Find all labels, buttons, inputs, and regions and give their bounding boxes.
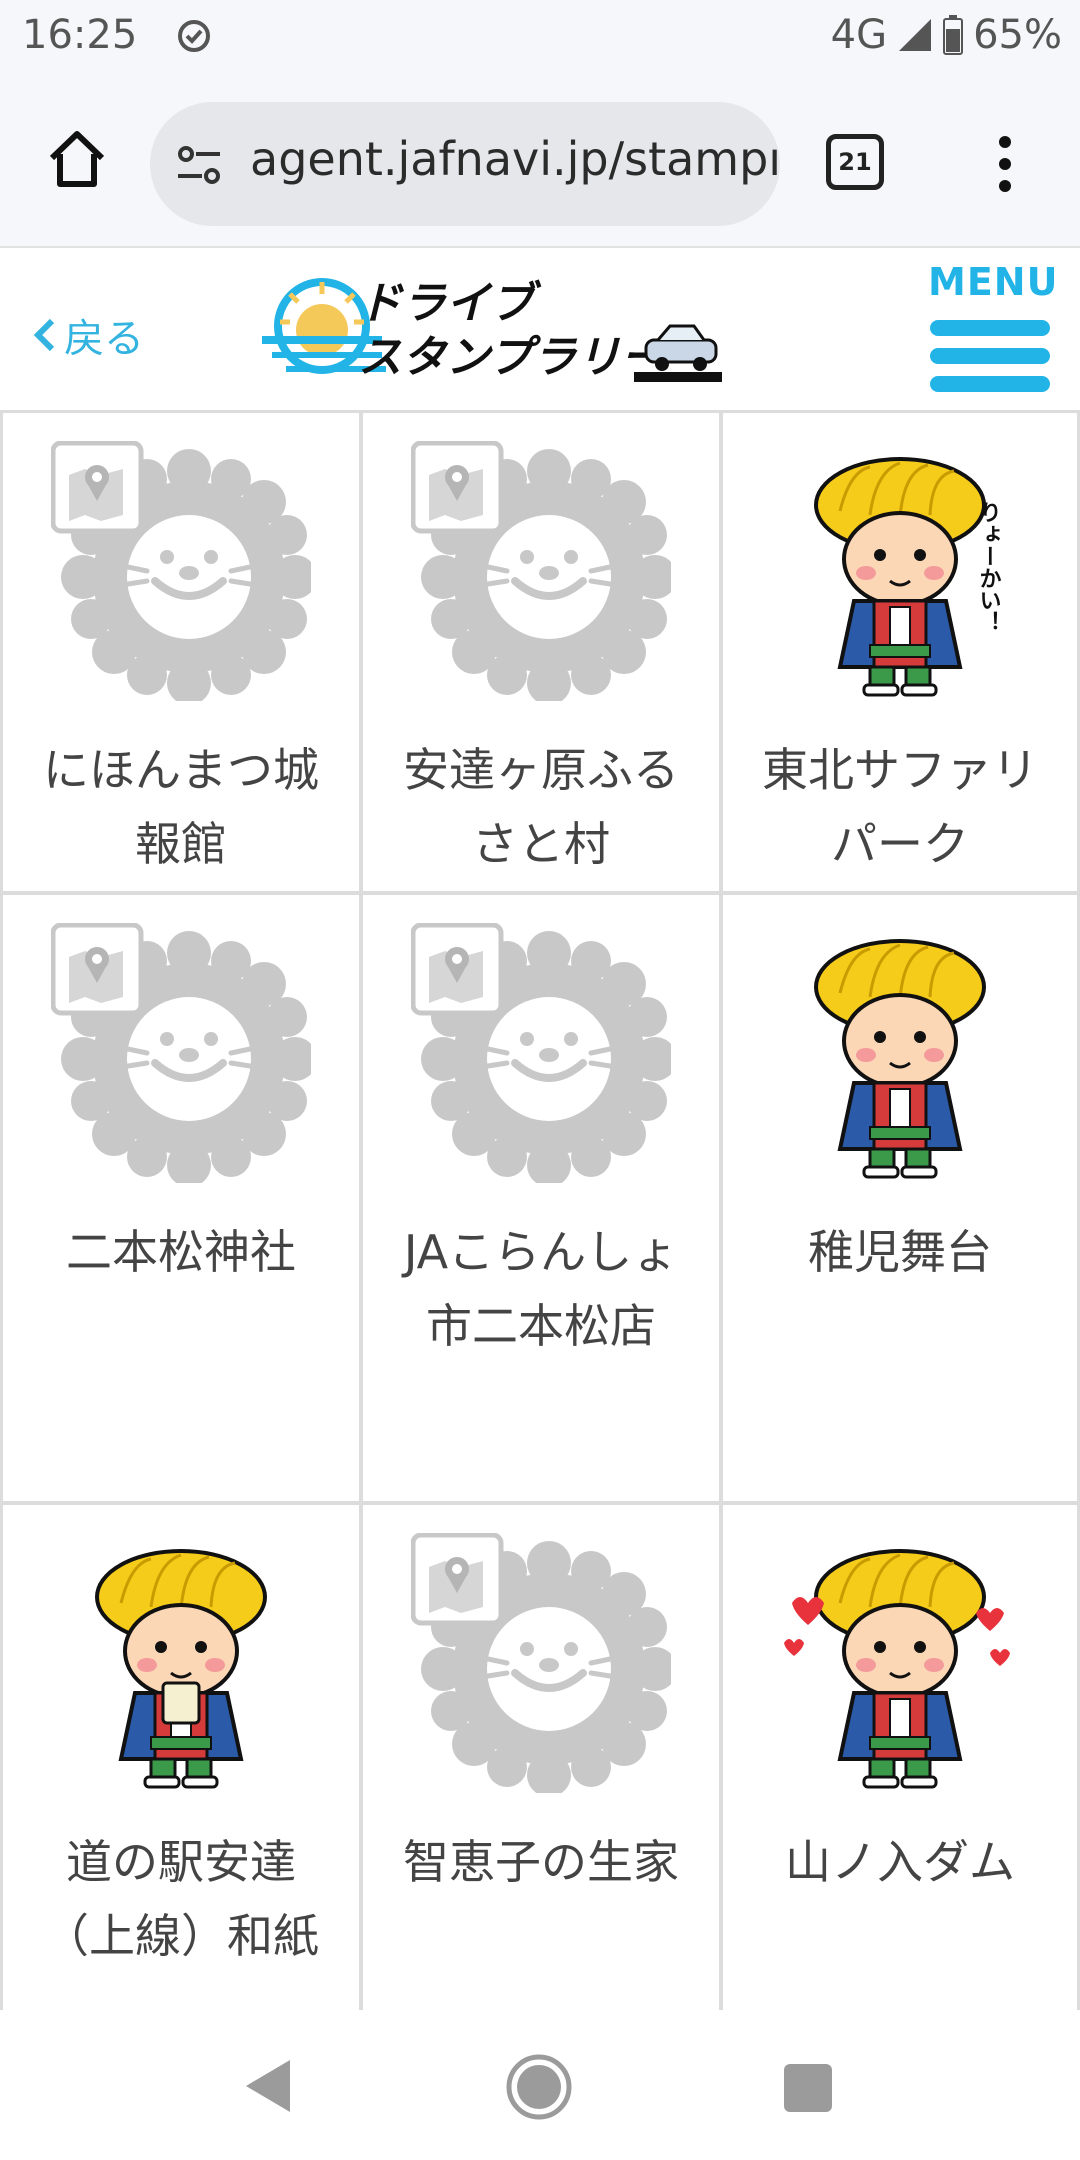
battery-icon — [943, 15, 964, 55]
system-nav-bar — [0, 2010, 1080, 2160]
spot-label: 稚児舞台 — [808, 1225, 992, 1279]
nav-back-icon[interactable] — [240, 2056, 296, 2116]
tab-count: 21 — [838, 148, 872, 176]
menu-bar-icon — [930, 376, 1050, 392]
chevron-left-icon — [33, 318, 55, 352]
spot-card[interactable]: 道の駅安達（上線）和紙 — [0, 1502, 362, 2010]
logo-line2: スタンプラリー — [358, 332, 667, 383]
tab-switcher-button[interactable]: 21 — [826, 134, 884, 190]
spot-card[interactable]: 山ノ入ダム — [720, 1502, 1080, 2010]
home-icon[interactable] — [44, 126, 110, 192]
stamp-placeholder-icon — [51, 923, 311, 1183]
address-bar[interactable]: agent.jafnavi.jp/stampı — [150, 102, 780, 226]
spot-card[interactable]: 二本松神社 — [0, 892, 362, 1504]
drive-stamp-rally-logo: ドライブ スタンプラリー — [262, 278, 722, 383]
spot-card[interactable]: 智恵子の生家 — [360, 1502, 722, 2010]
spot-label: 智恵子の生家 — [403, 1835, 679, 1889]
spot-label: 安達ヶ原ふるさと村 — [403, 743, 679, 871]
spot-card[interactable]: 稚児舞台 — [720, 892, 1080, 1504]
stamp-placeholder-icon — [411, 923, 671, 1183]
network-type: 4G — [830, 12, 888, 58]
back-label: 戻る — [64, 316, 144, 362]
spot-card[interactable]: にほんまつ城報館 — [0, 410, 362, 894]
mascot-hearts-stamp — [784, 1549, 1010, 1789]
spot-label: 東北サファリパーク — [762, 743, 1038, 871]
spot-card[interactable]: りょーかい！ 東北サファリパーク — [720, 410, 1080, 894]
spot-label: にほんまつ城報館 — [43, 743, 319, 871]
site-settings-icon[interactable] — [174, 140, 224, 190]
status-indicators: 4G 65% — [831, 12, 1062, 58]
spot-card[interactable]: 安達ヶ原ふるさと村 — [360, 410, 722, 894]
nav-recents-icon[interactable] — [784, 2064, 832, 2112]
back-link[interactable]: 戻る — [30, 306, 144, 364]
menu-label: MENU — [928, 260, 1059, 304]
mascot-drink-stamp — [95, 1549, 267, 1789]
site-header: 戻る ドライブ スタンプラリー MENU — [0, 250, 1080, 410]
status-bar: 16:25 4G 65% — [0, 0, 1080, 76]
stamp-placeholder-icon — [51, 441, 311, 701]
menu-bar-icon — [930, 348, 1050, 364]
spot-label: 山ノ入ダム — [785, 1835, 1015, 1889]
browser-toolbar: agent.jafnavi.jp/stampı 21 — [0, 76, 1080, 248]
stamp-grid: にほんまつ城報館 安達ヶ原ふるさと村 りょーかい！ 東北サファリパーク 二本松神… — [0, 410, 1080, 2010]
signal-icon — [899, 19, 932, 51]
mascot-wink-stamp — [814, 939, 986, 1179]
url-text[interactable]: agent.jafnavi.jp/stampı — [250, 132, 780, 186]
stamp-placeholder-icon — [411, 1533, 671, 1793]
status-time: 16:25 — [22, 12, 138, 58]
stamp-placeholder-icon — [411, 441, 671, 701]
spot-label: 二本松神社 — [66, 1225, 296, 1279]
logo-line1: ドライブ — [358, 278, 542, 329]
spot-label: JAこらんしょ市二本松店 — [403, 1225, 679, 1353]
more-options-icon[interactable] — [990, 134, 1020, 194]
spot-label: 道の駅安達（上線）和紙 — [43, 1835, 319, 1963]
mascot-salute-stamp: りょーかい！ — [814, 457, 1001, 697]
menu-bar-icon — [930, 320, 1050, 336]
salute-bubble-text: りょーかい！ — [976, 501, 1001, 633]
nav-home-icon[interactable] — [504, 2052, 574, 2122]
check-circle-icon — [178, 20, 210, 52]
battery-level: 65% — [973, 12, 1062, 58]
menu-button[interactable]: MENU — [928, 260, 1059, 396]
spot-card[interactable]: JAこらんしょ市二本松店 — [360, 892, 722, 1504]
